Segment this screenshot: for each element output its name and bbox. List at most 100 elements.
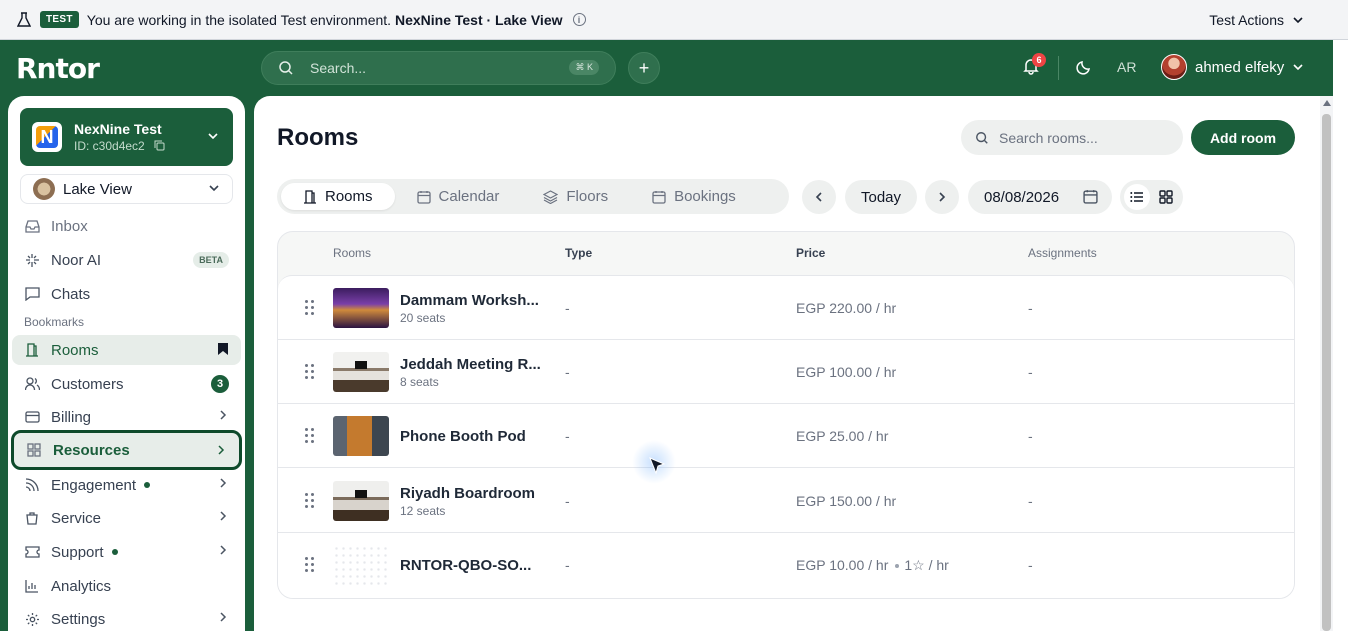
room-thumbnail [333, 288, 389, 328]
layers-icon [543, 189, 559, 204]
tab-calendar[interactable]: Calendar [395, 183, 522, 210]
app-logo[interactable]: Rntor [16, 52, 100, 85]
room-price: EGP 10.00 / hr 1☆ / hr [796, 557, 949, 574]
tab-bookings[interactable]: Bookings [630, 183, 758, 210]
room-seats: 20 seats [400, 311, 446, 325]
drag-handle-icon[interactable] [305, 493, 315, 509]
chevron-right-icon [218, 445, 225, 455]
list-view-icon[interactable] [1124, 184, 1150, 210]
card-icon [24, 409, 40, 425]
location-switcher[interactable]: Lake View [20, 174, 233, 204]
room-name[interactable]: Jeddah Meeting R... [400, 356, 541, 373]
scroll-up-arrow-icon[interactable] [1323, 100, 1331, 106]
banner-message: You are working in the isolated Test env… [87, 12, 563, 28]
column-header-rooms[interactable]: Rooms [333, 246, 371, 260]
sidebar-item-label: Service [51, 509, 102, 527]
tab-rooms[interactable]: Rooms [281, 183, 395, 210]
sidebar-item-chats[interactable]: Chats [12, 279, 241, 309]
sidebar-item-label: Customers [51, 375, 124, 393]
sidebar-item-rooms[interactable]: Rooms [12, 335, 241, 365]
view-mode-toggle [1120, 180, 1183, 214]
sidebar-item-analytics[interactable]: Analytics [12, 571, 241, 601]
beta-badge: BETA [193, 252, 229, 268]
theme-toggle-moon-icon[interactable] [1076, 59, 1092, 80]
room-type: - [565, 557, 570, 573]
sidebar-item-label: Analytics [51, 577, 112, 595]
room-name[interactable]: RNTOR-QBO-SO... [400, 557, 531, 574]
sidebar-item-engagement[interactable]: Engagement [12, 470, 241, 500]
room-type: - [565, 364, 570, 380]
grid-icon [26, 442, 42, 458]
user-menu[interactable]: ahmed elfeky [1161, 54, 1304, 80]
sidebar-item-billing[interactable]: Billing [12, 402, 241, 432]
customers-count-badge: 3 [211, 375, 229, 393]
flask-icon [16, 11, 32, 28]
sidebar-item-resources[interactable]: Resources [11, 430, 242, 470]
chevron-right-icon [220, 545, 227, 555]
drag-handle-icon[interactable] [305, 364, 315, 380]
sidebar-item-service[interactable]: Service [12, 503, 241, 533]
bookmark-icon[interactable] [217, 342, 229, 356]
test-actions-dropdown[interactable]: Test Actions [1209, 0, 1304, 40]
chevron-down-icon [209, 185, 219, 192]
today-button[interactable]: Today [845, 180, 917, 214]
table-row[interactable]: Jeddah Meeting R... 8 seats - EGP 100.00… [278, 340, 1294, 404]
sidebar-item-label: Settings [51, 610, 106, 628]
room-name[interactable]: Phone Booth Pod [400, 428, 526, 445]
org-switcher[interactable]: N NexNine Test ID: c30d4ec2 [20, 108, 233, 166]
rooms-table: Rooms Type Price Assignments Dammam Work… [277, 231, 1295, 599]
tab-label: Bookings [674, 188, 736, 205]
sidebar-item-inbox[interactable]: Inbox [12, 211, 241, 241]
info-icon[interactable]: i [572, 13, 586, 26]
sidebar-item-support[interactable]: Support [12, 537, 241, 567]
room-seats: 12 seats [400, 504, 446, 518]
language-toggle[interactable]: AR [1117, 59, 1136, 75]
page-scrollbar[interactable] [1320, 96, 1333, 631]
search-shortcut: ⌘ K [569, 60, 599, 75]
room-name[interactable]: Dammam Worksh... [400, 292, 539, 309]
sidebar-item-customers[interactable]: Customers 3 [12, 369, 241, 399]
drag-handle-icon[interactable] [305, 300, 315, 316]
door-icon [24, 342, 40, 358]
scrollbar-thumb[interactable] [1322, 114, 1331, 631]
sidebar-item-noor-ai[interactable]: Noor AI BETA [12, 245, 241, 275]
column-header-type[interactable]: Type [565, 246, 592, 260]
date-picker[interactable]: 08/08/2026 [968, 180, 1112, 214]
table-row[interactable]: Phone Booth Pod - EGP 25.00 / hr - [278, 404, 1294, 468]
drag-handle-icon[interactable] [305, 557, 315, 573]
room-assignments: - [1028, 364, 1033, 380]
sidebar-item-settings[interactable]: Settings [12, 604, 241, 631]
drag-handle-icon[interactable] [305, 428, 315, 444]
table-row[interactable]: RNTOR-QBO-SO... - EGP 10.00 / hr 1☆ / hr … [278, 533, 1294, 597]
test-environment-banner: TEST You are working in the isolated Tes… [0, 0, 1348, 40]
table-body: Dammam Worksh... 20 seats - EGP 220.00 /… [278, 275, 1294, 598]
avatar [1161, 54, 1187, 80]
column-header-assignments[interactable]: Assignments [1028, 246, 1097, 260]
banner-environment-name: NexNine Test · Lake View [394, 11, 563, 28]
add-room-button[interactable]: Add room [1191, 120, 1295, 155]
grid-view-icon[interactable] [1154, 184, 1180, 210]
bar-chart-icon [24, 578, 40, 594]
create-button[interactable]: + [628, 52, 660, 84]
next-date-button[interactable] [925, 180, 959, 214]
mouse-cursor-icon [649, 457, 666, 475]
copy-icon[interactable] [154, 140, 165, 151]
org-id-text: ID: c30d4ec2 [74, 139, 145, 153]
room-thumbnail [333, 481, 389, 521]
engagement-indicator-dot [144, 482, 151, 488]
ticket-icon [24, 544, 40, 560]
sidebar-item-label: Support [51, 543, 104, 561]
separator-dot [895, 564, 900, 568]
room-name[interactable]: Riyadh Boardroom [400, 485, 535, 502]
notifications-button[interactable]: 6 [1022, 53, 1046, 79]
previous-date-button[interactable] [802, 180, 836, 214]
column-header-price[interactable]: Price [796, 246, 825, 260]
tab-floors[interactable]: Floors [521, 183, 630, 210]
table-row[interactable]: Dammam Worksh... 20 seats - EGP 220.00 /… [278, 276, 1294, 340]
sidebar-item-label: Noor AI [51, 251, 102, 269]
global-search-input[interactable]: Search... ⌘ K [261, 51, 616, 85]
room-search-input[interactable]: Search rooms... [961, 120, 1183, 155]
chevron-right-icon [220, 612, 227, 622]
chevron-right-icon [939, 192, 946, 202]
table-row[interactable]: Riyadh Boardroom 12 seats - EGP 150.00 /… [278, 469, 1294, 533]
